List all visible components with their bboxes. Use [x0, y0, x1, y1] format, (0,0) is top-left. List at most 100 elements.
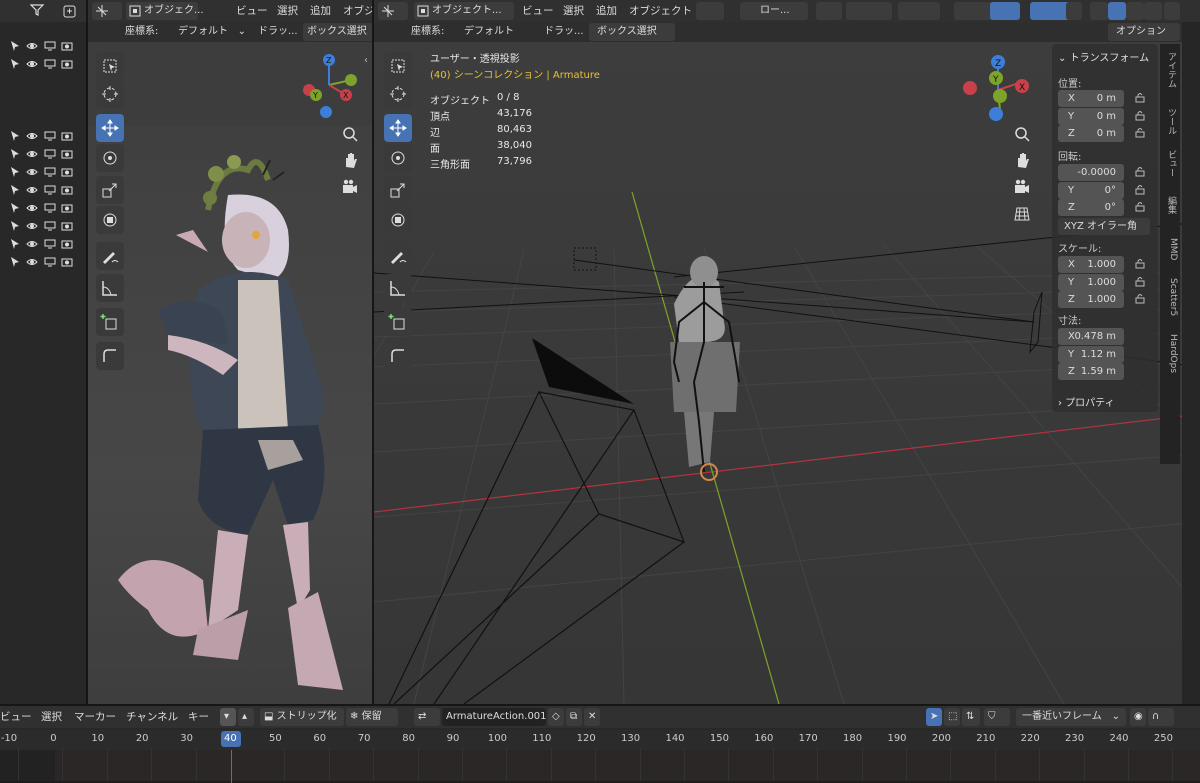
render-camera-icon[interactable] — [61, 257, 73, 267]
shading-rendered-button[interactable] — [1144, 2, 1162, 20]
menu-select[interactable]: 選択 — [277, 0, 298, 22]
eye-icon[interactable] — [26, 185, 38, 195]
falloff-button[interactable] — [898, 2, 940, 20]
scale-field[interactable]: X 1.000 — [1058, 256, 1124, 273]
render-camera-icon[interactable] — [61, 41, 73, 51]
shading-solid-button[interactable] — [1108, 2, 1126, 20]
lock-icon[interactable] — [1134, 292, 1148, 306]
outliner-row[interactable] — [0, 200, 86, 216]
gizmo-button[interactable] — [990, 2, 1020, 20]
drag-select[interactable]: ボックス選択 — [303, 23, 372, 41]
scale-tool[interactable] — [384, 176, 412, 204]
outliner-row[interactable] — [0, 38, 86, 54]
menu-object[interactable]: オブジ — [343, 0, 372, 22]
outliner-row[interactable] — [0, 254, 86, 270]
proportional-button[interactable]: ◉ — [1130, 708, 1146, 726]
transform-button[interactable]: ⇅ — [962, 708, 980, 726]
menu-add[interactable]: 追加 — [310, 0, 331, 22]
move-tool[interactable] — [96, 114, 124, 142]
monitor-icon[interactable] — [44, 59, 56, 69]
render-camera-icon[interactable] — [61, 59, 73, 69]
dimensions-field[interactable]: X 0.478 m — [1058, 328, 1124, 345]
rotate-tool[interactable] — [96, 144, 124, 172]
select-arrow-icon[interactable] — [10, 184, 20, 196]
scale-tool[interactable] — [96, 176, 124, 204]
eye-icon[interactable] — [26, 239, 38, 249]
render-camera-icon[interactable] — [61, 203, 73, 213]
render-camera-icon[interactable] — [61, 167, 73, 177]
monitor-icon[interactable] — [44, 167, 56, 177]
nav-gizmo[interactable]: Z Y X — [960, 52, 1036, 128]
coord-select[interactable]: デフォルト ⌄ — [162, 23, 250, 41]
left-viewport[interactable]: オブジェク... ビュー 選択 追加 オブジ 座標系: デフォルト ⌄ ドラッ.… — [88, 0, 372, 704]
eye-icon[interactable] — [26, 131, 38, 141]
render-camera-icon[interactable] — [61, 149, 73, 159]
transform-panel-header[interactable]: ⌄ トランスフォーム — [1058, 49, 1149, 64]
proportional-edit-button[interactable] — [846, 2, 892, 20]
duplicate-action-button[interactable]: ⧉ — [566, 708, 582, 726]
hold-button[interactable]: ❄ 保留 — [346, 708, 398, 726]
outliner-row[interactable] — [0, 146, 86, 162]
lock-icon[interactable] — [1134, 183, 1148, 197]
annotate-tool[interactable] — [384, 242, 412, 270]
timeline-menu-1[interactable]: ビュー — [0, 706, 32, 728]
rotation-field[interactable]: -0.0000 — [1058, 164, 1124, 181]
render-camera-icon[interactable] — [61, 185, 73, 195]
select-arrow-icon[interactable] — [10, 58, 20, 70]
rotate-tool[interactable] — [384, 144, 412, 172]
eye-icon[interactable] — [26, 167, 38, 177]
add-cube-tool[interactable] — [96, 308, 124, 336]
camera-view-icon[interactable] — [342, 179, 358, 198]
eye-icon[interactable] — [26, 59, 38, 69]
sidebar-tab-7[interactable]: HardOps — [1164, 334, 1178, 373]
unlink-action-button[interactable]: ✕ — [584, 708, 600, 726]
monitor-icon[interactable] — [44, 203, 56, 213]
action-name-field[interactable]: ArmatureAction.001 — [442, 708, 547, 726]
render-camera-icon[interactable] — [61, 131, 73, 141]
timeline-menu-2[interactable]: 選択 — [41, 706, 62, 728]
lock-icon[interactable] — [1134, 165, 1148, 179]
eye-icon[interactable] — [26, 149, 38, 159]
sidebar-tab-5[interactable]: MMD — [1164, 238, 1178, 260]
menu-object[interactable]: オブジェクト — [629, 0, 692, 22]
xray-button[interactable] — [1066, 2, 1082, 20]
cursor-tool[interactable] — [384, 80, 412, 108]
sidebar-tab-6[interactable]: Scatter5 — [1164, 278, 1178, 316]
monitor-icon[interactable] — [44, 131, 56, 141]
box-select-button[interactable]: ⬚ — [944, 708, 960, 726]
rotation-field[interactable]: Z 0° — [1058, 199, 1124, 216]
transform-tool[interactable] — [384, 206, 412, 234]
eye-icon[interactable] — [26, 257, 38, 267]
drag-select[interactable]: ボックス選択 — [589, 23, 675, 41]
select-box-tool[interactable] — [96, 52, 124, 80]
dimensions-field[interactable]: Y 1.12 m — [1058, 345, 1124, 363]
outliner-row[interactable] — [0, 128, 86, 144]
location-field[interactable]: Z 0 m — [1058, 125, 1124, 142]
select-arrow-icon[interactable] — [10, 166, 20, 178]
object-mode-select[interactable]: オブジェク... — [126, 2, 204, 20]
transform-orientation-button[interactable] — [696, 2, 724, 20]
ortho-grid-icon[interactable] — [1014, 206, 1030, 225]
coord-select[interactable]: デフォルト — [448, 23, 536, 41]
lock-icon[interactable] — [1134, 126, 1148, 140]
select-tool-button[interactable]: ➤ — [926, 708, 942, 726]
move-tool[interactable] — [384, 114, 412, 142]
shading-options-button[interactable] — [1164, 2, 1180, 20]
eye-icon[interactable] — [26, 203, 38, 213]
monitor-icon[interactable] — [44, 41, 56, 51]
render-camera-icon[interactable] — [61, 221, 73, 231]
filter-button[interactable]: ⛉ — [984, 708, 1010, 726]
eye-icon[interactable] — [26, 221, 38, 231]
fake-user-button[interactable]: ◇ — [548, 708, 564, 726]
new-collection-icon[interactable] — [62, 3, 78, 22]
pan-hand-icon[interactable] — [342, 152, 358, 171]
object-mode-select[interactable]: オブジェクト... — [414, 2, 514, 20]
menu-add[interactable]: 追加 — [596, 0, 617, 22]
view-transform-button[interactable] — [378, 2, 408, 20]
camera-view-icon[interactable] — [1014, 179, 1030, 198]
add-cube-tool[interactable] — [384, 308, 412, 336]
select-arrow-icon[interactable] — [10, 256, 20, 268]
lock-icon[interactable] — [1134, 257, 1148, 271]
menu-view[interactable]: ビュー — [236, 0, 268, 22]
nav-gizmo[interactable]: Z X Y — [294, 50, 364, 120]
